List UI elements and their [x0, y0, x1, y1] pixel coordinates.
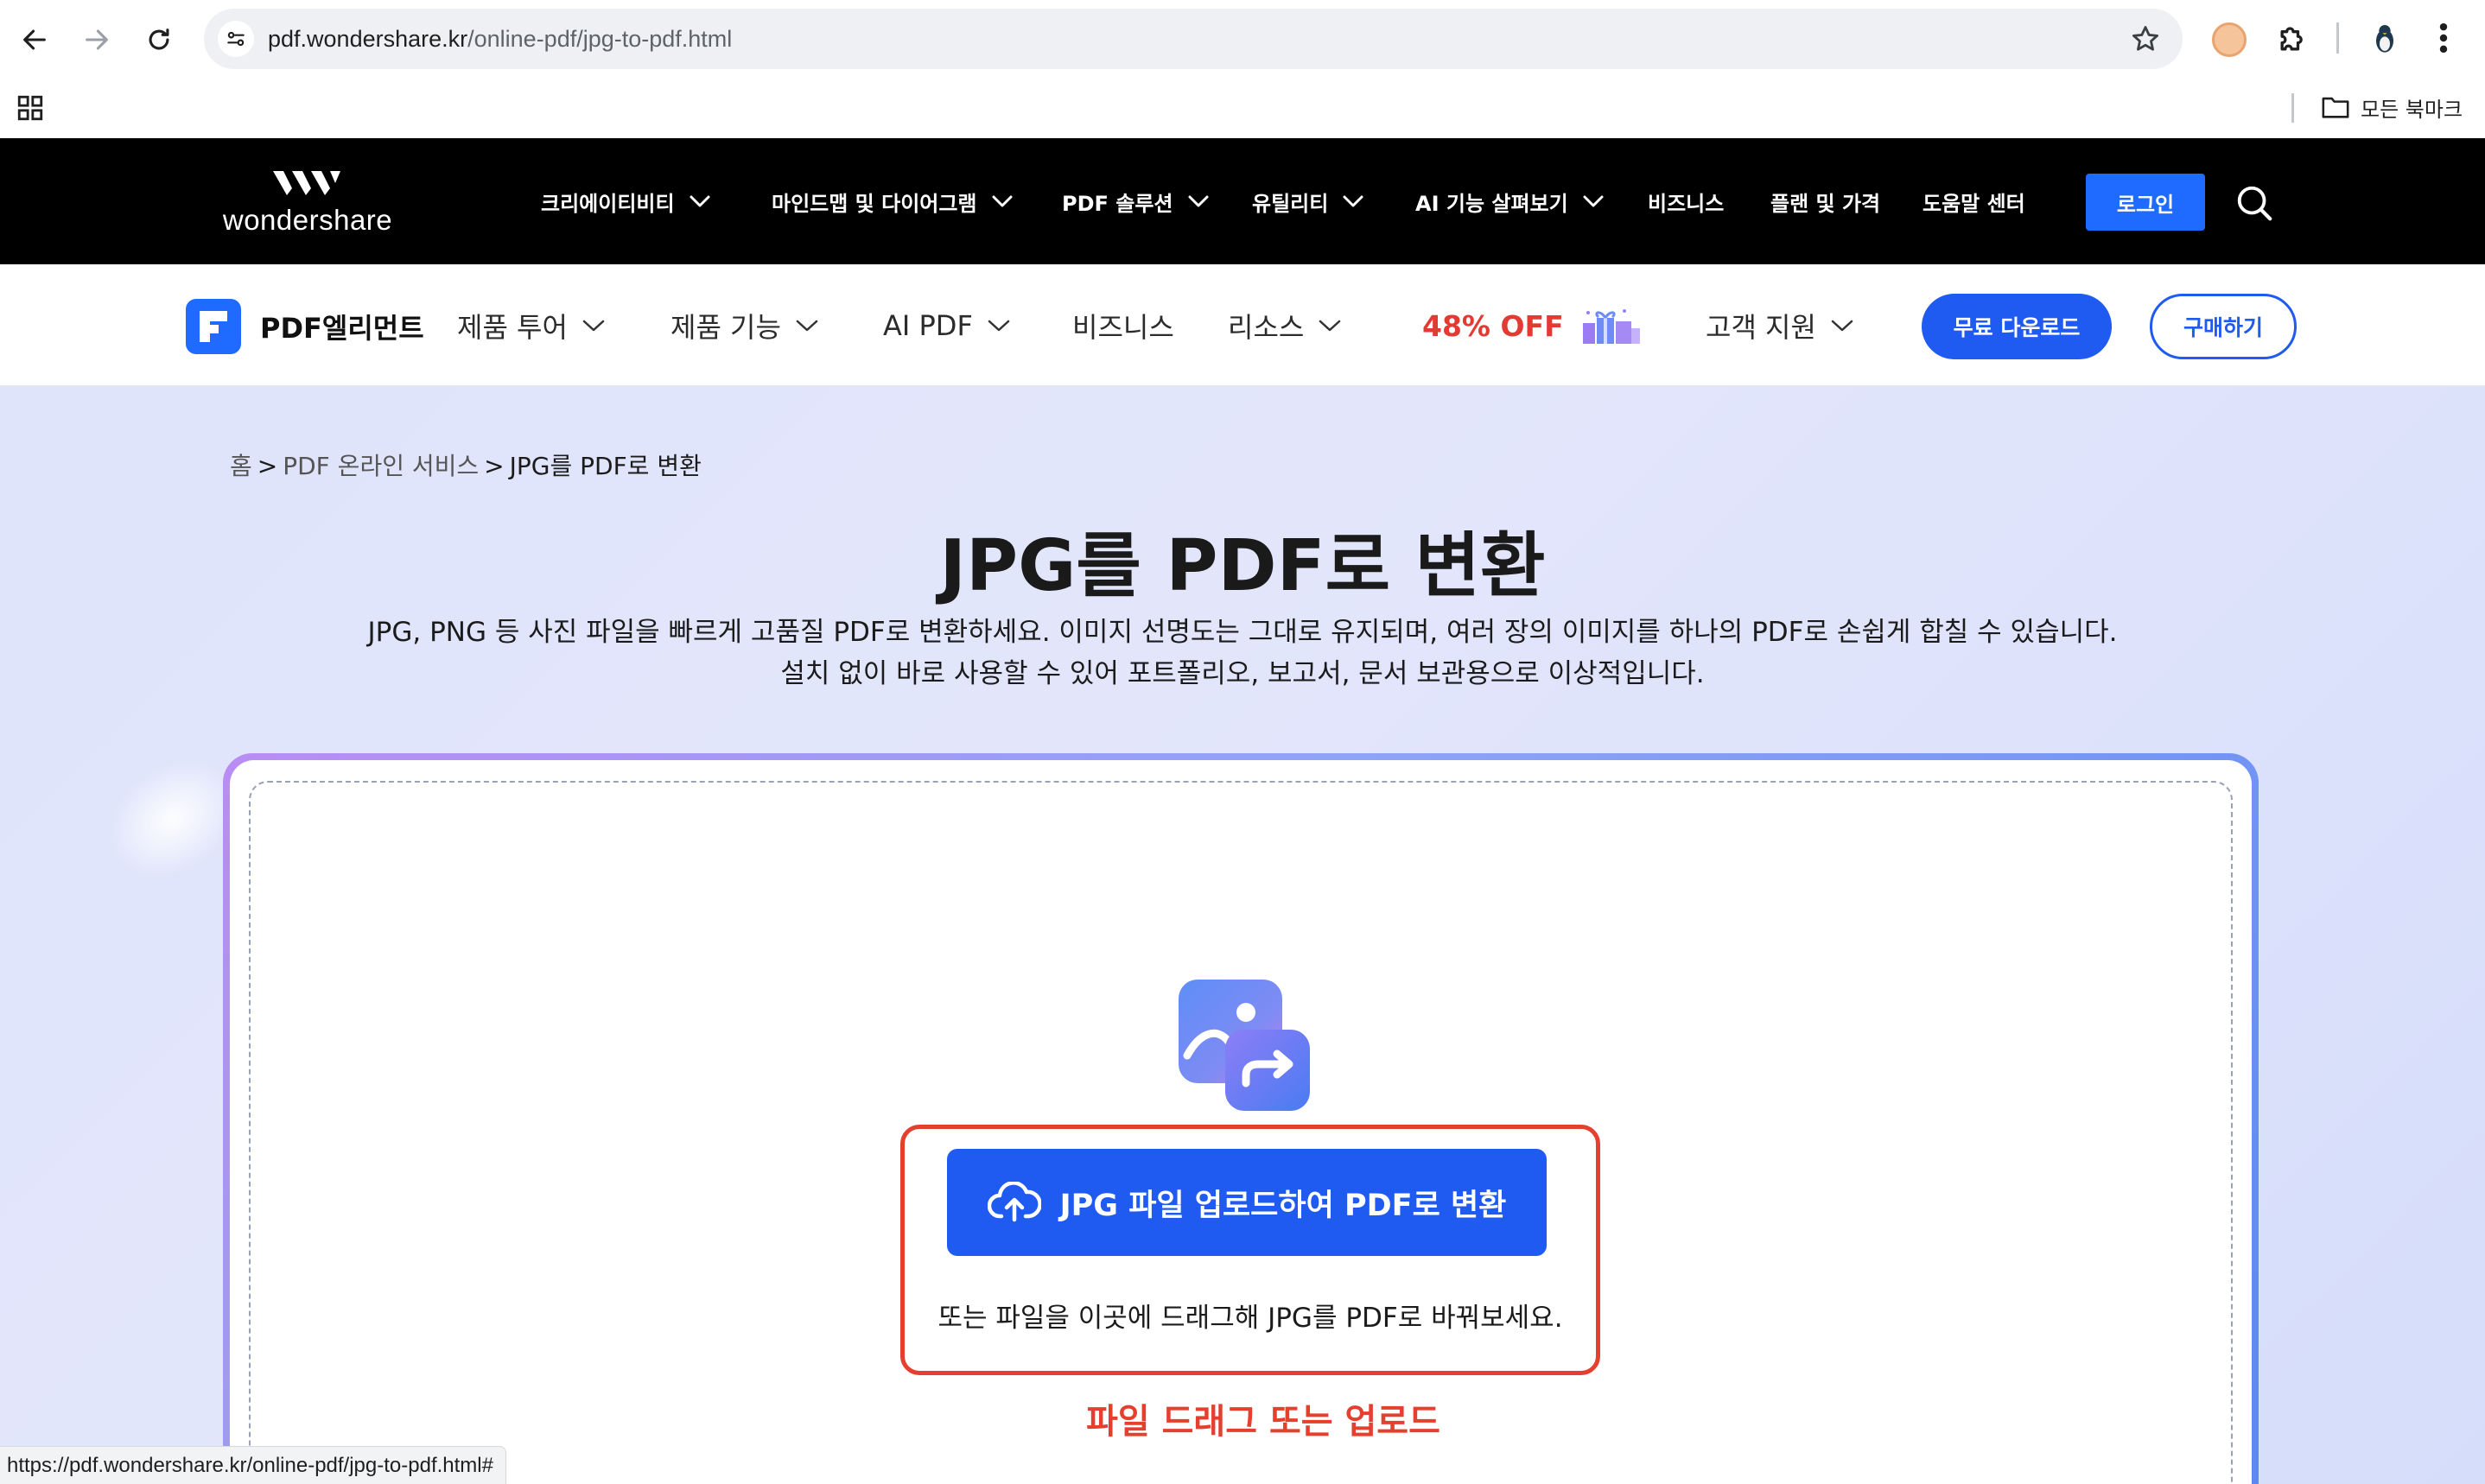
buy-button[interactable]: 구매하기 — [2150, 294, 2297, 359]
subnav-item-product-features[interactable]: 제품 기능 — [671, 264, 819, 387]
topnav-item-label: 마인드맵 및 다이어그램 — [772, 191, 977, 216]
subnav-item-ai-pdf[interactable]: AI PDF — [883, 264, 1011, 387]
upload-panel-inner: JPG 파일 업로드하여 PDF로 변환 또는 파일을 이곳에 드래그해 JPG… — [230, 760, 2252, 1484]
chevron-down-icon — [796, 320, 818, 332]
chevron-down-icon — [1188, 195, 1209, 207]
all-bookmarks-label: 모든 북마크 — [2361, 97, 2463, 122]
bookmark-star-icon[interactable] — [2129, 22, 2162, 55]
back-button[interactable] — [10, 16, 59, 64]
folder-icon — [2322, 97, 2349, 118]
topnav-item-label: AI 기능 살펴보기 — [1415, 191, 1568, 216]
url-path: /online-pdf/jpg-to-pdf.html — [467, 26, 733, 52]
url-text[interactable]: pdf.wondershare.kr/online-pdf/jpg-to-pdf… — [268, 24, 732, 54]
search-icon[interactable] — [2234, 183, 2274, 223]
chevron-down-icon — [1583, 195, 1604, 207]
back-arrow-icon — [23, 29, 46, 50]
cloud-upload-icon — [987, 1182, 1041, 1222]
promo-label: 48% OFF — [1422, 308, 1564, 343]
login-button[interactable]: 로그인 — [2086, 174, 2205, 231]
site-settings-button[interactable] — [218, 21, 254, 57]
subnav-item-product-tour[interactable]: 제품 투어 — [457, 264, 606, 387]
topnav-item-label: 도움말 센터 — [1923, 191, 2025, 216]
breadcrumb-separator: > — [257, 452, 278, 480]
chevron-down-icon — [582, 320, 605, 332]
gift-icon — [1582, 309, 1640, 344]
topnav-item-plans-pricing[interactable]: 플랜 및 가격 — [1770, 138, 1880, 264]
url-domain: pdf.wondershare.kr — [268, 26, 468, 52]
topnav-item-mindmap[interactable]: 마인드맵 및 다이어그램 — [772, 138, 1014, 264]
profile-avatar-icon[interactable] — [2364, 17, 2406, 59]
topnav-item-label: 크리에이티비티 — [541, 191, 675, 216]
more-menu-icon[interactable] — [2435, 19, 2452, 57]
forward-arrow-icon — [86, 29, 108, 50]
page-title: JPG를 PDF로 변환 — [939, 525, 1546, 607]
chevron-down-icon — [992, 195, 1013, 207]
reload-icon — [149, 29, 169, 50]
drag-hint-text: 또는 파일을 이곳에 드래그해 JPG를 PDF로 바꿔보세요. — [937, 1303, 1563, 1334]
subnav-item-label: 리소스 — [1228, 311, 1305, 344]
promo-link[interactable]: 48% OFF — [1422, 264, 1642, 387]
free-download-button[interactable]: 무료 다운로드 — [1922, 294, 2112, 359]
toolbar-divider — [2336, 22, 2339, 54]
topnav-item-label: PDF 솔루션 — [1062, 191, 1173, 216]
site-settings-icon — [227, 31, 245, 47]
page-description: JPG, PNG 등 사진 파일을 빠르게 고품질 PDF로 변환하세요. 이미… — [0, 612, 2485, 694]
subnav-item-label: 비즈니스 — [1072, 311, 1174, 344]
breadcrumb: 홈 > PDF 온라인 서비스 > JPG를 PDF로 변환 — [230, 447, 702, 482]
description-line: JPG, PNG 등 사진 파일을 빠르게 고품질 PDF로 변환하세요. 이미… — [367, 617, 2118, 648]
extension-avatar-icon[interactable] — [2212, 22, 2247, 57]
topnav-item-label: 비즈니스 — [1648, 191, 1725, 216]
breadcrumb-section[interactable]: PDF 온라인 서비스 — [283, 452, 479, 480]
forward-button[interactable] — [73, 16, 121, 64]
address-bar[interactable]: pdf.wondershare.kr/online-pdf/jpg-to-pdf… — [204, 9, 2183, 69]
image-convert-icon — [1179, 980, 1310, 1111]
breadcrumb-home[interactable]: 홈 — [230, 452, 252, 480]
wondershare-top-nav: wondershare 크리에이티비티 마인드맵 및 다이어그램 PDF 솔루션… — [0, 138, 2485, 264]
subnav-item-label: 고객 지원 — [1706, 311, 1816, 344]
chevron-down-icon — [988, 320, 1010, 332]
status-bar-url: https://pdf.wondershare.kr/online-pdf/jp… — [0, 1446, 506, 1484]
description-line: 설치 없이 바로 사용할 수 있어 포트폴리오, 보고서, 문서 보관용으로 이… — [780, 658, 1705, 689]
main-hero: 홈 > PDF 온라인 서비스 > JPG를 PDF로 변환 JPG를 PDF로 변환 … — [0, 387, 2485, 1484]
wondershare-logo[interactable]: wondershare — [216, 166, 399, 244]
bookmarks-divider — [2291, 93, 2294, 123]
pdfelement-sub-nav: PDF엘리먼트 제품 투어 제품 기능 AI PDF 비즈니스 리소스 48% … — [0, 264, 2485, 387]
browser-chrome: pdf.wondershare.kr/online-pdf/jpg-to-pdf… — [0, 0, 2485, 138]
subnav-item-business[interactable]: 비즈니스 — [1072, 264, 1174, 387]
chevron-down-icon — [1343, 195, 1363, 207]
extensions-puzzle-icon[interactable] — [2274, 19, 2312, 57]
upload-panel: JPG 파일 업로드하여 PDF로 변환 또는 파일을 이곳에 드래그해 JPG… — [223, 753, 2259, 1484]
pdfelement-logo[interactable]: PDF엘리먼트 — [186, 299, 424, 354]
product-name: PDF엘리먼트 — [260, 312, 424, 345]
subnav-item-customer-support[interactable]: 고객 지원 — [1706, 264, 1854, 387]
topnav-item-ai-features[interactable]: AI 기능 살펴보기 — [1415, 138, 1605, 264]
chevron-down-icon — [1319, 320, 1341, 332]
topnav-item-label: 플랜 및 가격 — [1770, 191, 1881, 216]
chevron-down-icon — [1831, 320, 1853, 332]
topnav-item-creativity[interactable]: 크리에이티비티 — [541, 138, 711, 264]
apps-grid-icon[interactable] — [16, 93, 45, 123]
topnav-item-pdf-solutions[interactable]: PDF 솔루션 — [1062, 138, 1210, 264]
drag-or-upload-annotation: 파일 드래그 또는 업로드 — [1086, 1402, 1440, 1442]
subnav-item-label: AI PDF — [883, 309, 973, 342]
topnav-item-business[interactable]: 비즈니스 — [1648, 138, 1724, 264]
topnav-item-utilities[interactable]: 유틸리티 — [1252, 138, 1364, 264]
breadcrumb-separator: > — [484, 452, 505, 480]
wondershare-logo-icon — [273, 171, 340, 195]
all-bookmarks-button[interactable]: 모든 북마크 — [2321, 90, 2463, 124]
reload-button[interactable] — [135, 16, 183, 64]
subnav-item-label: 제품 기능 — [671, 311, 781, 344]
subnav-item-label: 제품 투어 — [457, 311, 568, 344]
subnav-item-resources[interactable]: 리소스 — [1228, 264, 1342, 387]
topnav-item-label: 유틸리티 — [1252, 191, 1329, 216]
chevron-down-icon — [690, 195, 710, 207]
breadcrumb-current: JPG를 PDF로 변환 — [509, 452, 702, 480]
pdfelement-logo-icon — [186, 299, 241, 354]
wondershare-logo-text: wondershare — [222, 204, 393, 236]
upload-button-label: JPG 파일 업로드하여 PDF로 변환 — [1059, 1188, 1507, 1223]
upload-jpg-button[interactable]: JPG 파일 업로드하여 PDF로 변환 — [947, 1149, 1547, 1256]
topnav-item-help-center[interactable]: 도움말 센터 — [1923, 138, 2025, 264]
